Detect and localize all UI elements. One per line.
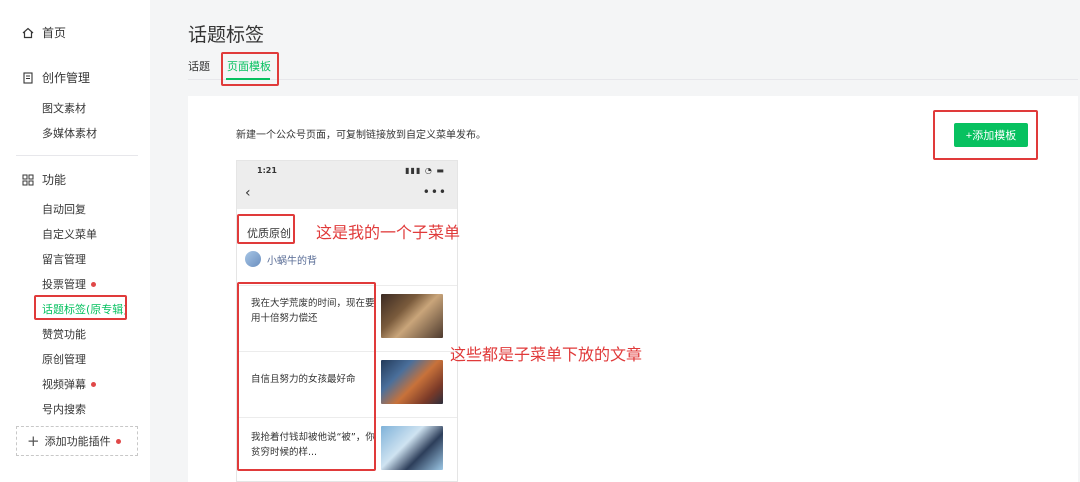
sidebar-item-label: 号内搜索 — [42, 403, 86, 416]
sidebar-item-search[interactable]: 号内搜索 — [42, 401, 86, 417]
sidebar-item-label: 留言管理 — [42, 253, 86, 266]
sidebar-features[interactable]: 功能 — [22, 171, 66, 188]
panel-description: 新建一个公众号页面，可复制链接放到自定义菜单发布。 — [236, 130, 486, 141]
sidebar-item-label: 原创管理 — [42, 353, 86, 366]
status-time: 1:21 — [257, 166, 277, 175]
add-plugin-button[interactable]: + 添加功能插件 — [16, 426, 138, 456]
sidebar-item-label: 视频弹幕 — [42, 378, 86, 391]
author-row[interactable]: 小蜗牛的背 — [245, 251, 317, 267]
article-thumbnail — [381, 294, 443, 338]
sidebar-item-articles[interactable]: 图文素材 — [42, 100, 86, 116]
avatar — [245, 251, 261, 267]
sidebar-item-media[interactable]: 多媒体素材 — [42, 125, 97, 141]
annotation-submenu: 这是我的一个子菜单 — [316, 223, 461, 242]
highlight-box-submenu — [237, 214, 295, 244]
page-title: 话题标签 — [188, 24, 265, 46]
sidebar-item-label: 投票管理 — [42, 278, 86, 291]
sidebar-item-video-danmaku[interactable]: 视频弹幕 — [42, 376, 96, 392]
tab-topics[interactable]: 话题 — [188, 58, 210, 74]
sidebar-home[interactable]: 首页 — [22, 24, 66, 41]
sidebar-item-reward[interactable]: 赞赏功能 — [42, 326, 86, 342]
home-icon — [22, 27, 34, 39]
highlight-box-articles — [237, 282, 376, 471]
tabs-divider — [188, 79, 1078, 80]
highlight-box-add-template — [933, 110, 1038, 160]
sidebar-item-custom-menu[interactable]: 自定义菜单 — [42, 226, 97, 242]
author-name: 小蜗牛的背 — [267, 255, 317, 267]
sidebar-features-label: 功能 — [42, 173, 67, 187]
article-thumbnail — [381, 426, 443, 470]
article-thumbnail — [381, 360, 443, 404]
sidebar: 首页 创作管理 图文素材 多媒体素材 功能 自动回复 自定义菜单 留言管理 投票… — [0, 0, 150, 482]
sidebar-creation-label: 创作管理 — [42, 71, 91, 85]
status-bar: 1:21 ▮▮▮ ◔ ▬ — [237, 161, 457, 181]
signal-wifi-battery-icon: ▮▮▮ ◔ ▬ — [405, 166, 445, 175]
more-icon[interactable]: ••• — [423, 185, 447, 199]
grid-icon — [22, 174, 34, 186]
plus-icon: + — [27, 432, 40, 450]
highlight-box-topic-tags — [34, 295, 127, 320]
highlight-box-tab — [221, 52, 279, 86]
notification-dot — [91, 281, 96, 287]
back-chevron-icon[interactable]: ‹ — [245, 185, 251, 201]
sidebar-item-comments[interactable]: 留言管理 — [42, 251, 86, 267]
sidebar-item-votes[interactable]: 投票管理 — [42, 276, 96, 292]
sidebar-item-label: 自定义菜单 — [42, 228, 97, 241]
sidebar-item-original[interactable]: 原创管理 — [42, 351, 86, 367]
document-icon — [22, 71, 34, 84]
sidebar-item-auto-reply[interactable]: 自动回复 — [42, 201, 86, 217]
sidebar-item-label: 自动回复 — [42, 203, 86, 216]
annotation-articles: 这些都是子菜单下放的文章 — [450, 345, 643, 364]
phone-navbar: ‹ ••• — [237, 181, 457, 209]
notification-dot — [91, 381, 96, 387]
add-plugin-label: 添加功能插件 — [44, 435, 111, 448]
sidebar-item-label: 赞赏功能 — [42, 328, 86, 341]
sidebar-home-label: 首页 — [42, 26, 67, 40]
notification-dot — [115, 438, 121, 444]
sidebar-creation[interactable]: 创作管理 — [22, 69, 90, 86]
sidebar-divider — [16, 155, 138, 156]
